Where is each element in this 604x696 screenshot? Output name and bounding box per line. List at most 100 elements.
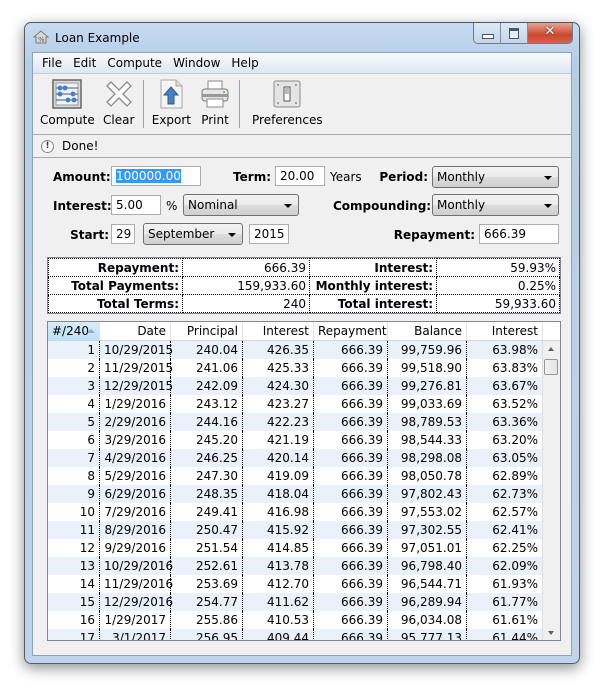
table-cell: 418.04: [243, 485, 314, 503]
table-cell: 422.23: [243, 413, 314, 431]
table-row[interactable]: 17 3/1/2017 256.95 409.44 666.39 95,777.13 61.…: [48, 629, 543, 640]
compute-button[interactable]: Compute: [36, 74, 99, 127]
menu-compute[interactable]: Compute: [102, 53, 167, 73]
summary-key: Total interest:: [309, 294, 437, 313]
table-cell: 256.95: [171, 629, 243, 640]
table-cell: 61.44%: [467, 629, 543, 640]
column-header[interactable]: Principal: [171, 322, 243, 340]
interest-type-select[interactable]: Nominal: [183, 194, 299, 216]
repayment-input[interactable]: 666.39: [479, 224, 559, 244]
table-row[interactable]: 6 3/29/2016 245.20 421.19 666.39 98,544.33 63.…: [48, 431, 543, 449]
table-row[interactable]: 12 9/29/2016 251.54 414.85 666.39 97,051.01 62…: [48, 539, 543, 557]
period-select[interactable]: Monthly: [432, 166, 559, 188]
table-row[interactable]: 16 1/29/2017 255.86 410.53 666.39 96,034.08 61…: [48, 611, 543, 629]
interest-unit: %: [166, 199, 178, 213]
table-cell: 666.39: [314, 377, 388, 395]
table-cell: 250.47: [171, 521, 243, 539]
title-bar[interactable]: % Loan Example: [25, 23, 579, 51]
menu-file[interactable]: File: [37, 53, 67, 73]
table-row[interactable]: 4 1/29/2016 243.12 423.27 666.39 99,033.69 63.…: [48, 395, 543, 413]
interest-input[interactable]: 5.00: [111, 195, 161, 215]
client-area: File Edit Compute Window Help Compute Cl…: [32, 52, 572, 656]
table-row[interactable]: 1 10/29/2015 240.04 426.35 666.39 99,759.96 63…: [48, 341, 543, 359]
clear-button[interactable]: Clear: [99, 74, 139, 127]
scroll-up-arrow-icon[interactable]: [548, 347, 554, 351]
preferences-button[interactable]: Preferences: [244, 74, 327, 127]
table-cell: 17: [48, 629, 100, 640]
toolbar-separator: [239, 80, 241, 128]
table-cell: 254.77: [171, 593, 243, 611]
table-cell: 416.98: [243, 503, 314, 521]
column-header[interactable]: Interest: [243, 322, 314, 340]
table-cell: 242.09: [171, 377, 243, 395]
table-row[interactable]: 8 5/29/2016 247.30 419.09 666.39 98,050.78 62.…: [48, 467, 543, 485]
loan-form: Amount: 100000.00 Term: 20.00 Years Peri…: [33, 158, 571, 266]
export-button[interactable]: Export: [148, 74, 195, 127]
table-row[interactable]: 11 8/29/2016 250.47 415.92 666.39 97,302.55 62…: [48, 521, 543, 539]
table-cell: 410.53: [243, 611, 314, 629]
scroll-thumb[interactable]: [544, 359, 558, 375]
minimize-button[interactable]: [474, 23, 501, 43]
column-header[interactable]: Balance: [388, 322, 467, 340]
table-cell: 255.86: [171, 611, 243, 629]
table-cell: 99,518.90: [388, 359, 467, 377]
table-cell: 61.93%: [467, 575, 543, 593]
app-window: % Loan Example File Edit Compute Window …: [24, 22, 580, 664]
table-cell: 99,759.96: [388, 341, 467, 359]
table-cell: 413.78: [243, 557, 314, 575]
column-header[interactable]: Date: [100, 322, 171, 340]
start-year-input[interactable]: 2015: [249, 224, 289, 244]
interest-label: Interest:: [53, 199, 112, 213]
print-button[interactable]: Print: [195, 74, 235, 127]
table-row[interactable]: 9 6/29/2016 248.35 418.04 666.39 97,802.43 62.…: [48, 485, 543, 503]
info-exclamation-icon: !: [41, 139, 54, 153]
summary-row: Repayment: 666.39 Interest: 59.93%: [48, 258, 560, 277]
table-cell: 1: [48, 341, 100, 359]
vertical-scrollbar[interactable]: [542, 341, 560, 640]
table-cell: 253.69: [171, 575, 243, 593]
column-header[interactable]: #/240: [48, 322, 100, 340]
close-button[interactable]: [528, 23, 572, 43]
status-bar: ! Done!: [33, 135, 571, 158]
table-row[interactable]: 13 10/29/2016 252.61 413.78 666.39 96,798.40 6…: [48, 557, 543, 575]
summary-row: Total Terms: 240 Total interest: 59,933.60: [48, 294, 560, 313]
table-cell: 666.39: [314, 503, 388, 521]
table-row[interactable]: 15 12/29/2016 254.77 411.62 666.39 96,289.94 6…: [48, 593, 543, 611]
column-header[interactable]: Interest: [467, 322, 543, 340]
scroll-down-arrow-icon[interactable]: [548, 631, 554, 635]
compounding-label: Compounding:: [333, 199, 432, 213]
table-row[interactable]: 10 7/29/2016 249.41 416.98 666.39 97,553.02 62…: [48, 503, 543, 521]
table-cell: 666.39: [314, 395, 388, 413]
start-day-input[interactable]: 29: [111, 224, 135, 244]
table-cell: 9: [48, 485, 100, 503]
table-cell: 409.44: [243, 629, 314, 640]
summary-key: Monthly interest:: [309, 276, 437, 295]
term-input[interactable]: 20.00: [275, 166, 325, 186]
table-row[interactable]: 3 12/29/2015 242.09 424.30 666.39 99,276.81 63…: [48, 377, 543, 395]
menu-edit[interactable]: Edit: [68, 53, 101, 73]
table-cell: 252.61: [171, 557, 243, 575]
menu-help[interactable]: Help: [226, 53, 263, 73]
menu-bar: File Edit Compute Window Help: [33, 53, 571, 74]
start-month-select[interactable]: September: [143, 223, 243, 245]
column-header[interactable]: Repayment: [314, 322, 388, 340]
table-cell: 421.19: [243, 431, 314, 449]
period-value: Monthly: [437, 170, 486, 184]
table-cell: 424.30: [243, 377, 314, 395]
table-row[interactable]: 7 4/29/2016 246.25 420.14 666.39 98,298.08 63.…: [48, 449, 543, 467]
amortization-table: #/240 Date Principal Interest Repayment Balan…: [47, 321, 561, 641]
table-row[interactable]: 5 2/29/2016 244.16 422.23 666.39 98,789.53 63.…: [48, 413, 543, 431]
amount-input[interactable]: 100000.00: [111, 166, 201, 186]
menu-window[interactable]: Window: [168, 53, 225, 73]
export-label: Export: [151, 113, 192, 127]
maximize-button[interactable]: [501, 23, 528, 43]
table-cell: 63.05%: [467, 449, 543, 467]
table-row[interactable]: 14 11/29/2016 253.69 412.70 666.39 96,544.71 6…: [48, 575, 543, 593]
column-header-label: Balance: [414, 324, 462, 338]
compounding-select[interactable]: Monthly: [432, 194, 559, 216]
table-cell: 97,302.55: [388, 521, 467, 539]
table-row[interactable]: 2 11/29/2015 241.06 425.33 666.39 99,518.90 63…: [48, 359, 543, 377]
printer-icon: [201, 80, 229, 108]
table-cell: 414.85: [243, 539, 314, 557]
table-cell: 11: [48, 521, 100, 539]
